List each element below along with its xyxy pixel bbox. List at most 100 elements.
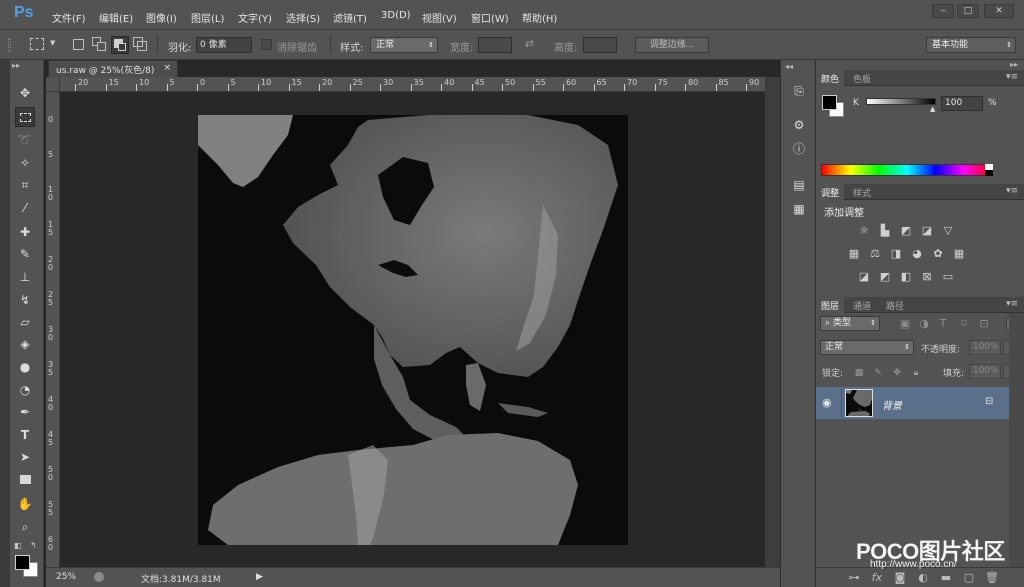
workspace-select[interactable]: 基本功能 ⇕ <box>926 37 1016 53</box>
lock-move-icon[interactable]: ✥ <box>889 366 905 380</box>
posterize-icon[interactable]: ◩ <box>877 270 893 284</box>
panel-menu-icon[interactable]: ▾≡ <box>1006 299 1018 309</box>
visibility-eye-icon[interactable]: ◉ <box>822 396 832 409</box>
panel-menu-icon[interactable]: ▾≡ <box>1006 72 1018 82</box>
lock-paint-icon[interactable]: ✎ <box>870 366 886 380</box>
menu-help[interactable]: 帮助(H) <box>522 10 557 25</box>
delete-layer-icon[interactable]: 🗑︎ <box>984 571 1000 585</box>
dodge-icon[interactable]: ◔ <box>15 380 35 400</box>
width-input[interactable] <box>478 37 512 53</box>
new-selection-icon[interactable] <box>73 39 84 50</box>
ruler-origin[interactable] <box>46 77 60 92</box>
link-layers-icon[interactable]: ⊶ <box>846 571 862 585</box>
maximize-button[interactable]: □ <box>957 4 979 18</box>
layers-scrollbar[interactable] <box>1009 313 1024 567</box>
blend-mode-select[interactable]: 正常 ⇕ <box>820 340 914 355</box>
color-balance-icon[interactable]: ⚖ <box>867 247 883 261</box>
close-button[interactable]: ✕ <box>984 4 1014 18</box>
threshold-icon[interactable]: ◧ <box>898 270 914 284</box>
tab-adjustments[interactable]: 调整 <box>816 184 845 200</box>
menu-select[interactable]: 选择(S) <box>286 10 320 25</box>
info-panel-icon[interactable]: ⓘ <box>790 140 808 158</box>
gradient-map-icon[interactable]: ▭ <box>940 270 956 284</box>
layer-name[interactable]: 背景 <box>882 397 902 412</box>
new-adjustment-icon[interactable]: ◐ <box>915 571 931 585</box>
tab-layers[interactable]: 图层 <box>816 297 845 313</box>
menu-view[interactable]: 视图(V) <box>422 10 457 25</box>
swap-colors-icon[interactable]: ↰ <box>30 541 37 550</box>
clone-stamp-icon[interactable]: ⊥ <box>15 267 35 287</box>
add-selection-icon[interactable] <box>92 37 108 53</box>
hand-icon[interactable]: ✋ <box>15 494 35 514</box>
paint-bucket-icon[interactable]: ◈ <box>15 334 35 354</box>
vertical-ruler[interactable]: 05101520253035404550556065 <box>46 92 60 567</box>
document-scrollbar[interactable] <box>765 77 780 567</box>
menu-3d[interactable]: 3D(D) <box>381 10 411 21</box>
brush-icon[interactable]: ✎ <box>15 244 35 264</box>
type-icon[interactable]: T <box>15 425 35 445</box>
marquee-icon[interactable] <box>15 107 35 127</box>
filter-type-icon[interactable]: T <box>935 317 951 331</box>
layer-filter-select[interactable]: ⌕ 类型 ⇕ <box>820 316 880 331</box>
vibrance-icon[interactable]: ▽ <box>940 224 956 238</box>
k-value-input[interactable]: 100 <box>941 96 983 111</box>
eyedropper-icon[interactable]: ⁄ <box>15 198 35 218</box>
collapse-icon[interactable]: ◂◂ <box>785 62 793 71</box>
channel-mixer-icon[interactable]: ✿ <box>930 247 946 261</box>
menu-type[interactable]: 文字(Y) <box>238 10 272 25</box>
default-colors-icon[interactable]: ◧ <box>14 541 22 550</box>
hue-saturation-icon[interactable]: ▦ <box>846 247 862 261</box>
layer-row[interactable]: ◉ 背景 ⊟ <box>816 387 1009 419</box>
collapse-icon[interactable]: ▸▸ <box>12 61 20 70</box>
height-input[interactable] <box>583 37 617 53</box>
slider-thumb-icon[interactable]: ▲ <box>930 105 935 113</box>
history-brush-icon[interactable]: ↯ <box>15 290 35 310</box>
filter-shape-icon[interactable]: ⌑ <box>956 317 972 331</box>
new-layer-icon[interactable]: ▢ <box>961 571 977 585</box>
menu-edit[interactable]: 编辑(E) <box>99 10 133 25</box>
black-swatch[interactable] <box>985 170 993 176</box>
tab-paths[interactable]: 路径 <box>881 297 909 313</box>
actions-panel-icon[interactable]: ⚙ <box>790 116 808 134</box>
document-tab[interactable]: us.raw @ 25%(灰色/8) × <box>48 60 178 77</box>
color-spectrum[interactable] <box>821 164 993 176</box>
k-slider[interactable] <box>866 98 936 105</box>
zoom-icon[interactable]: ⌕ <box>15 517 35 537</box>
menu-file[interactable]: 文件(F) <box>52 10 86 25</box>
menu-image[interactable]: 图像(I) <box>146 10 177 25</box>
zoom-level[interactable]: 25% <box>56 572 76 582</box>
lasso-icon[interactable]: ➰ <box>15 130 35 150</box>
swap-icon[interactable]: ⇄ <box>525 37 534 50</box>
exposure-icon[interactable]: ◪ <box>919 224 935 238</box>
expand-panels-icon[interactable]: ▸▸ <box>1010 60 1018 69</box>
style-select[interactable]: 正常 ⇕ <box>370 37 438 53</box>
invert-icon[interactable]: ◪ <box>856 270 872 284</box>
fx-icon[interactable]: fx <box>869 571 885 585</box>
rectangle-icon[interactable] <box>15 470 35 490</box>
lock-transparent-icon[interactable]: ▩ <box>851 366 867 380</box>
opacity-input[interactable]: 100% <box>969 340 1001 355</box>
quick-select-icon[interactable]: ✧ <box>15 153 35 173</box>
path-select-icon[interactable]: ➤ <box>15 447 35 467</box>
fill-input[interactable]: 100% <box>969 364 1001 379</box>
curves-icon[interactable]: ◩ <box>898 224 914 238</box>
subtract-selection-icon[interactable] <box>111 36 129 54</box>
menu-layer[interactable]: 图层(L) <box>191 10 224 25</box>
tab-swatches[interactable]: 色板 <box>848 70 876 86</box>
chevron-down-icon[interactable]: ▼ <box>50 39 55 47</box>
black-white-icon[interactable]: ◨ <box>888 247 904 261</box>
add-mask-icon[interactable]: ◙ <box>892 571 908 585</box>
intersect-selection-icon[interactable] <box>133 37 149 53</box>
menu-window[interactable]: 窗口(W) <box>471 10 509 25</box>
tab-color[interactable]: 颜色 <box>816 70 845 86</box>
panel-menu-icon[interactable]: ▾≡ <box>1006 186 1018 196</box>
properties-panel-icon[interactable]: ▤ <box>790 176 808 194</box>
close-tab-icon[interactable]: × <box>163 63 171 73</box>
levels-icon[interactable]: ▙ <box>877 224 893 238</box>
color-fg-swatch[interactable] <box>822 95 837 110</box>
filter-smart-icon[interactable]: ⊡ <box>976 317 992 331</box>
notes-panel-icon[interactable]: ▦ <box>790 200 808 218</box>
crop-icon[interactable]: ⌗ <box>15 175 35 195</box>
horizontal-ruler[interactable]: 20 15 10 5 0 5 10 15 20 25 30 35 40 45 50 55 60 65 70 75 80 8… <box>60 77 765 92</box>
selective-color-icon[interactable]: ⊠ <box>919 270 935 284</box>
